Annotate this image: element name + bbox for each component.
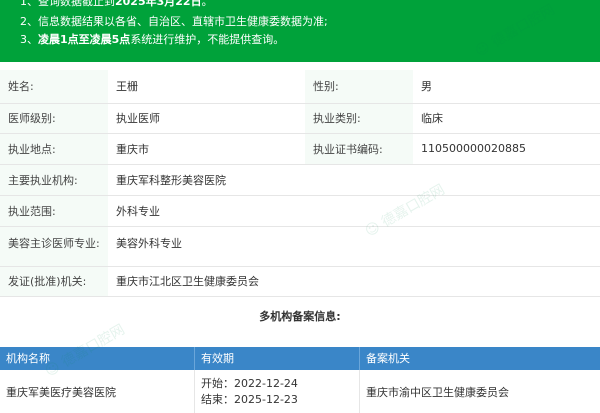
- row-location-cert: 执业地点: 重庆市 执业证书编码: 110500000020885: [0, 133, 600, 165]
- notice-line-3: 3、凌晨1点至凌晨5点系统进行维护，不能提供查询。: [20, 33, 285, 46]
- row-institution: 主要执业机构: 重庆军科整形美容医院: [0, 164, 600, 196]
- table-row: 重庆军美医疗美容医院 开始：2022-12-24 结束：2025-12-23 重…: [0, 370, 600, 413]
- notice-line-1: 1、查询数据截止到2025年3月22日。: [20, 0, 213, 8]
- gender-value: 男: [413, 70, 600, 104]
- gender-label: 性别:: [305, 70, 413, 104]
- institution-value: 重庆军科整形美容医院: [108, 164, 600, 196]
- header-org: 机构名称: [0, 347, 195, 370]
- location-label: 执业地点:: [0, 133, 108, 165]
- row-scope: 执业范围: 外科专业: [0, 195, 600, 227]
- notice-line-2: 2、信息数据结果以各省、自治区、直辖市卫生健康委数据为准;: [20, 15, 328, 28]
- row-org: 重庆军美医疗美容医院: [0, 370, 195, 413]
- name-label: 姓名:: [0, 70, 108, 104]
- doctor-info-table: 姓名: 王栅 性别: 男 医师级别: 执业医师 执业类别: 临床 执业地点: 重…: [0, 70, 600, 297]
- period-start: 开始：2022-12-24: [201, 376, 298, 390]
- cosmetic-value: 美容外科专业: [108, 226, 600, 267]
- row-name-gender: 姓名: 王栅 性别: 男: [0, 70, 600, 104]
- scope-label: 执业范围:: [0, 195, 108, 227]
- location-value: 重庆市: [108, 133, 305, 165]
- category-label: 执业类别:: [305, 103, 413, 134]
- cert-value: 110500000020885: [413, 133, 600, 165]
- issuer-value: 重庆市江北区卫生健康委员会: [108, 266, 600, 297]
- row-cosmetic: 美容主诊医师专业: 美容外科专业: [0, 226, 600, 267]
- level-label: 医师级别:: [0, 103, 108, 134]
- institution-label: 主要执业机构:: [0, 164, 108, 196]
- header-period: 有效期: [195, 347, 360, 370]
- row-authority: 重庆市渝中区卫生健康委员会: [366, 385, 509, 399]
- notice-banner: 1、查询数据截止到2025年3月22日。 2、信息数据结果以各省、自治区、直辖市…: [0, 0, 600, 62]
- category-value: 临床: [413, 103, 600, 134]
- row-period: 开始：2022-12-24 结束：2025-12-23: [195, 370, 360, 413]
- row-level-category: 医师级别: 执业医师 执业类别: 临床: [0, 103, 600, 134]
- cert-label: 执业证书编码:: [305, 133, 413, 165]
- issuer-label: 发证(批准)机关:: [0, 266, 108, 297]
- scope-value: 外科专业: [108, 195, 600, 227]
- name-value: 王栅: [108, 70, 305, 104]
- multi-institution-title: 多机构备案信息:: [259, 310, 341, 323]
- level-value: 执业医师: [108, 103, 305, 134]
- cosmetic-label: 美容主诊医师专业:: [0, 226, 108, 267]
- multi-table-header: 机构名称 有效期 备案机关: [0, 347, 600, 370]
- header-authority: 备案机关: [366, 352, 410, 365]
- period-end: 结束：2025-12-23: [201, 392, 298, 406]
- row-issuer: 发证(批准)机关: 重庆市江北区卫生健康委员会: [0, 266, 600, 297]
